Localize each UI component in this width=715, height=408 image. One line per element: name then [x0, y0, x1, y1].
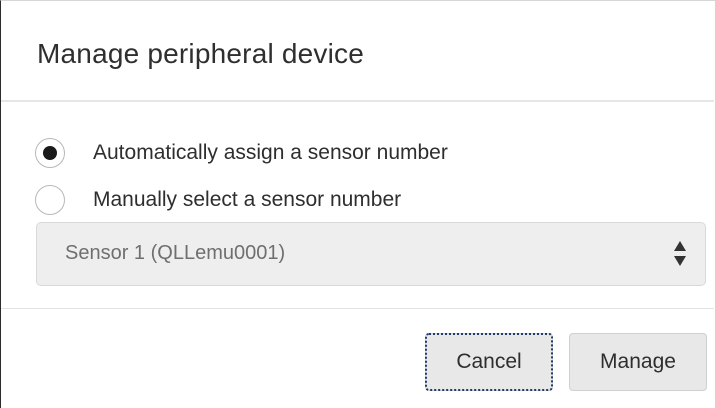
manual-select-option[interactable]: Manually select a sensor number: [35, 182, 401, 218]
manual-select-label[interactable]: Manually select a sensor number: [93, 188, 401, 212]
manual-select-radio[interactable]: [35, 185, 65, 215]
cancel-button[interactable]: Cancel: [425, 333, 553, 391]
up-down-arrows-icon: [673, 239, 687, 271]
dialog-title: Manage peripheral device: [37, 38, 365, 69]
auto-assign-radio[interactable]: [35, 138, 65, 168]
sensor-select-value: Sensor 1 (QLLemu0001): [65, 242, 286, 264]
dialog-header: Manage peripheral device: [1, 1, 714, 102]
manage-peripheral-dialog: Manage peripheral device Automatically a…: [0, 0, 715, 408]
sensor-number-select[interactable]: Sensor 1 (QLLemu0001): [36, 222, 706, 286]
dialog-footer: Cancel Manage: [1, 308, 714, 408]
manage-button[interactable]: Manage: [569, 333, 707, 391]
auto-assign-option[interactable]: Automatically assign a sensor number: [35, 135, 448, 171]
auto-assign-label[interactable]: Automatically assign a sensor number: [93, 141, 448, 165]
dialog-body: Automatically assign a sensor number Man…: [1, 102, 714, 308]
